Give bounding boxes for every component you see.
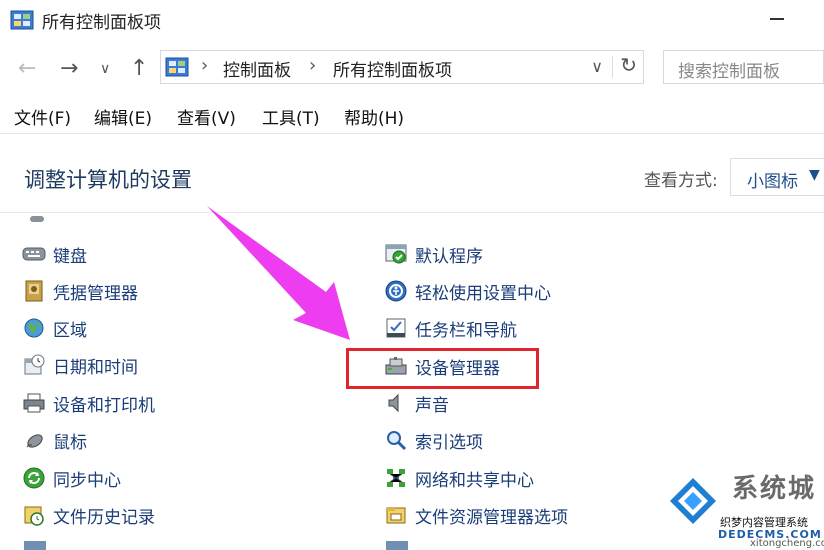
brand-logo-icon: [668, 476, 718, 530]
watermark-brand: 系统城: [732, 474, 817, 504]
watermark: 系统城 织梦内容管理系统 DEDECMS.COM xitongcheng.com: [668, 468, 824, 550]
arrow-shape: [207, 206, 350, 340]
watermark-url: xitongcheng.com: [750, 538, 824, 549]
